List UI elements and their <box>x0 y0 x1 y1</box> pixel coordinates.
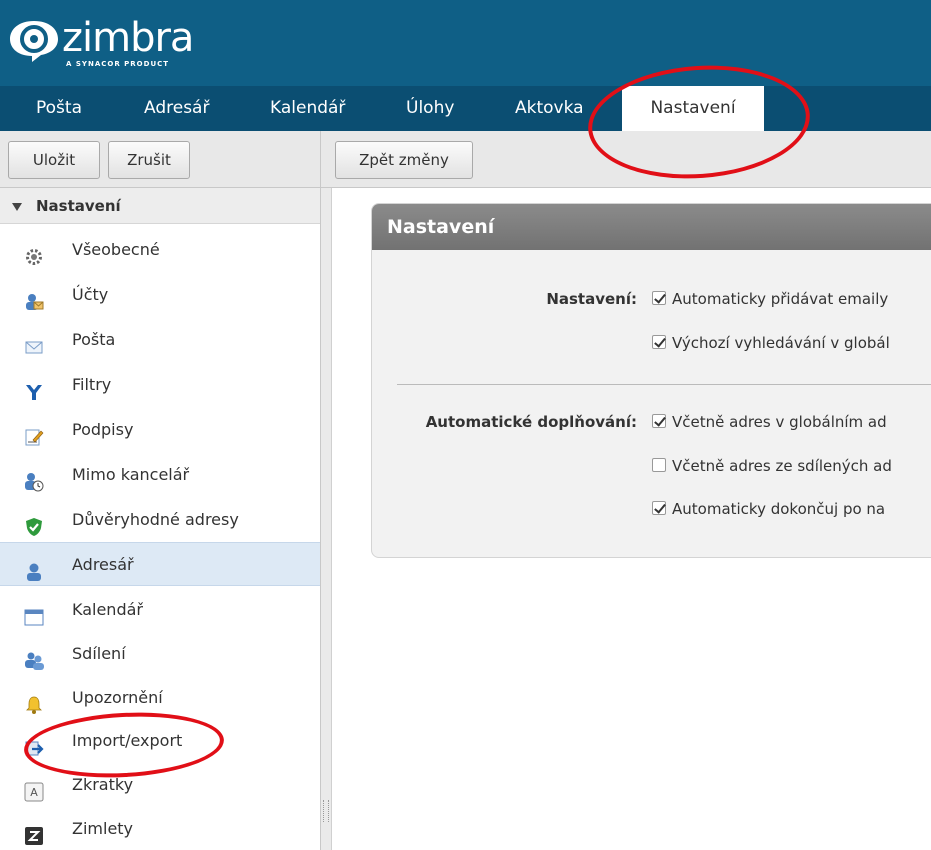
include-gal-addresses-option[interactable]: Včetně adres v globálním ad <box>652 413 887 431</box>
filter-icon <box>24 375 44 400</box>
sidebar-item-label: Mimo kancelář <box>72 465 190 484</box>
zimlet-icon <box>24 819 44 845</box>
sidebar-item-vseobecne[interactable]: Všeobecné <box>0 228 320 272</box>
zimbra-logo[interactable]: zimbra A SYNACOR PRODUCT <box>8 15 194 76</box>
auto-complete-checkbox[interactable] <box>652 501 666 515</box>
gear-icon <box>24 240 44 265</box>
sidebar-item-label: Zkratky <box>72 775 134 794</box>
sidebar-item-zkratky[interactable]: A Zkratky <box>0 763 320 807</box>
sidebar-item-label: Sdílení <box>72 644 126 663</box>
signature-icon <box>24 420 44 446</box>
default-gal-search-checkbox[interactable] <box>652 335 666 349</box>
shield-check-icon <box>24 510 44 536</box>
svg-text:A: A <box>30 786 38 799</box>
accounts-icon <box>24 285 44 310</box>
sidebar-item-label: Zimlety <box>72 819 134 838</box>
contact-icon <box>24 555 44 581</box>
tab-adresar[interactable]: Adresář <box>144 86 209 131</box>
sidebar-item-label: Důvěryhodné adresy <box>72 510 239 529</box>
sidebar-item-label: Adresář <box>72 555 134 574</box>
out-of-office-icon <box>24 465 44 492</box>
sidebar-item-label: Účty <box>72 285 109 304</box>
sidebar-item-upozorneni[interactable]: Upozornění <box>0 676 320 720</box>
tab-kalendar[interactable]: Kalendář <box>270 86 345 131</box>
settings-panel: Nastavení Nastavení: Automaticky přidáva… <box>371 203 931 558</box>
sidebar-item-label: Podpisy <box>72 420 134 439</box>
sidebar-item-adresar[interactable]: Adresář <box>0 542 320 586</box>
main-content: Nastavení Nastavení: Automaticky přidáva… <box>332 188 931 850</box>
shortcuts-icon: A <box>24 775 44 802</box>
settings-sidebar: Nastavení Všeobecné Účty Pošta Filtry Po… <box>0 188 321 850</box>
tab-posta[interactable]: Pošta <box>36 86 82 131</box>
sidebar-item-posta[interactable]: Pošta <box>0 318 320 362</box>
include-gal-addresses-checkbox[interactable] <box>652 414 666 428</box>
sidebar-item-sdileni[interactable]: Sdílení <box>0 632 320 676</box>
tab-aktovka[interactable]: Aktovka <box>515 86 584 131</box>
option-label: Automaticky dokončuj po na <box>672 500 886 518</box>
main-tab-bar: Pošta Adresář Kalendář Úlohy Aktovka Nas… <box>0 86 931 131</box>
logo-wordmark: zimbra <box>62 15 194 61</box>
zimbra-logo-mark-icon <box>8 18 60 64</box>
sidebar-item-label: Filtry <box>72 375 112 394</box>
bell-icon <box>24 688 44 714</box>
option-label: Včetně adres ze sdílených ad <box>672 457 892 475</box>
cancel-button[interactable]: Zrušit <box>108 141 190 179</box>
sidebar-item-label: Všeobecné <box>72 240 160 259</box>
option-label: Automaticky přidávat emaily <box>672 290 889 308</box>
sidebar-header[interactable]: Nastavení <box>0 188 320 224</box>
auto-add-emails-option[interactable]: Automaticky přidávat emaily <box>652 290 888 308</box>
auto-add-emails-checkbox[interactable] <box>652 291 666 305</box>
envelope-icon <box>24 330 44 354</box>
sidebar-header-label: Nastavení <box>36 197 121 215</box>
sidebar-item-zimlety[interactable]: Zimlety <box>0 807 320 850</box>
sidebar-item-label: Upozornění <box>72 688 163 707</box>
settings-section-label: Nastavení: <box>546 290 637 308</box>
app-header: zimbra A SYNACOR PRODUCT Pošta Adresář K… <box>0 0 931 131</box>
splitter-grip-icon[interactable] <box>323 800 329 822</box>
collapse-triangle-icon[interactable] <box>12 202 22 211</box>
toolbar-divider <box>320 131 321 188</box>
toolbar: Uložit Zrušit Zpět změny <box>0 131 931 188</box>
sharing-icon <box>24 644 44 670</box>
import-export-icon <box>24 731 44 756</box>
sidebar-item-duveryhodne-adresy[interactable]: Důvěryhodné adresy <box>0 498 320 542</box>
sidebar-item-mimo-kancelar[interactable]: Mimo kancelář <box>0 453 320 497</box>
section-divider <box>397 384 931 385</box>
option-label: Výchozí vyhledávání v globál <box>672 334 890 352</box>
autocomplete-section-label: Automatické doplňování: <box>425 413 637 431</box>
sidebar-item-podpisy[interactable]: Podpisy <box>0 408 320 452</box>
include-shared-addresses-option[interactable]: Včetně adres ze sdílených ad <box>652 457 892 475</box>
tab-nastaveni[interactable]: Nastavení <box>622 86 764 131</box>
sidebar-item-import-export[interactable]: Import/export <box>0 719 320 763</box>
sidebar-item-filtry[interactable]: Filtry <box>0 363 320 407</box>
tab-ulohy[interactable]: Úlohy <box>406 86 454 131</box>
sidebar-item-label: Kalendář <box>72 600 143 619</box>
panel-title: Nastavení <box>372 204 931 250</box>
option-label: Včetně adres v globálním ad <box>672 413 887 431</box>
logo-subtitle: A SYNACOR PRODUCT <box>66 60 170 68</box>
default-gal-search-option[interactable]: Výchozí vyhledávání v globál <box>652 334 890 352</box>
sidebar-item-label: Import/export <box>72 731 183 750</box>
sidebar-item-kalendar[interactable]: Kalendář <box>0 588 320 632</box>
include-shared-addresses-checkbox[interactable] <box>652 458 666 472</box>
sidebar-splitter[interactable] <box>321 188 332 850</box>
sidebar-item-ucty[interactable]: Účty <box>0 273 320 317</box>
sidebar-item-label: Pošta <box>72 330 116 349</box>
calendar-icon <box>24 600 44 626</box>
auto-complete-option[interactable]: Automaticky dokončuj po na <box>652 500 885 518</box>
save-button[interactable]: Uložit <box>8 141 100 179</box>
revert-changes-button[interactable]: Zpět změny <box>335 141 473 179</box>
